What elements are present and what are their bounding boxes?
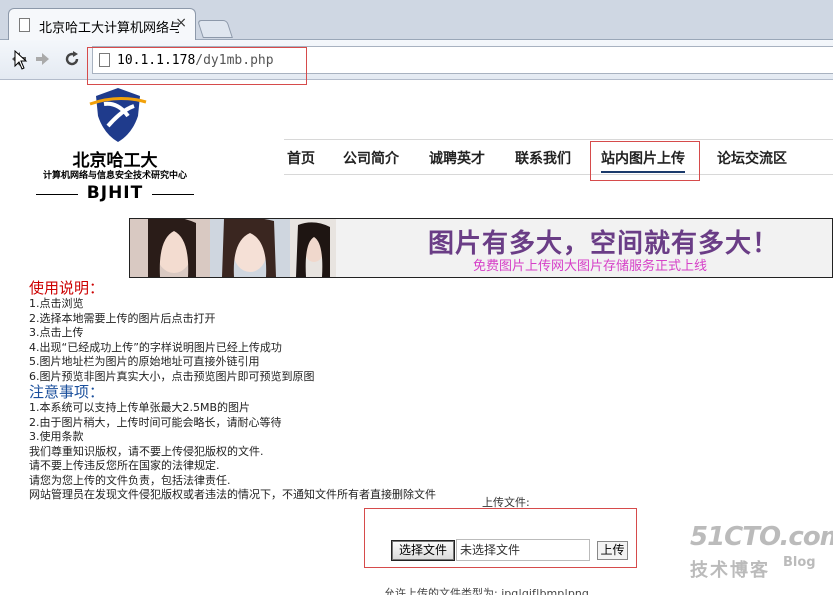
- shield-logo-icon: [89, 88, 147, 142]
- watermark-blog: Blog: [783, 555, 816, 570]
- page-icon: [19, 18, 30, 32]
- watermark-brand: 51CTO.com: [690, 522, 833, 552]
- instruction-line: 5.图片地址栏为图片的原始地址可直接外链引用: [29, 355, 260, 368]
- watermark-subtitle: 技术博客: [690, 560, 770, 581]
- note-line: 3.使用条款: [29, 430, 84, 443]
- note-line: 请不要上传违反您所在国家的法律规定.: [29, 459, 220, 472]
- nav-item-careers[interactable]: 诚聘英才: [429, 148, 485, 168]
- reload-icon[interactable]: [62, 49, 82, 72]
- forward-arrow-icon[interactable]: [34, 49, 54, 72]
- logo-subtitle: 计算机网络与信息安全技术研究中心: [42, 171, 187, 181]
- banner-tagline: 免费图片上传网大图片存储服务正式上线: [473, 259, 708, 274]
- instruction-line: 1.点击浏览: [29, 297, 84, 310]
- upload-submit-button[interactable]: 上传: [597, 541, 628, 560]
- close-tab-icon[interactable]: ×: [175, 15, 187, 31]
- allowed-file-types: 允许上传的文件类型为: jpg|gif|bmp|png: [384, 587, 589, 595]
- tab-title: 北京哈工大计算机网络与信: [39, 21, 179, 36]
- instruction-line: 2.选择本地需要上传的图片后点击打开: [29, 311, 216, 325]
- nav-item-contact[interactable]: 联系我们: [515, 148, 571, 168]
- promo-banner[interactable]: 图片有多大，空间就有多大！ 免费图片上传网大图片存储服务正式上线: [129, 218, 833, 278]
- banner-photo-2: [210, 219, 290, 277]
- logo-mark: BJHIT: [36, 183, 194, 203]
- banner-photo-1: [130, 219, 210, 277]
- notes-heading: 注意事项：: [29, 383, 105, 401]
- instruction-line: 6.图片预览非图片真实大小，点击预览图片即可预览到原图: [29, 369, 315, 383]
- browser-tab-strip: 北京哈工大计算机网络与信 ×: [0, 0, 833, 40]
- browser-tab[interactable]: 北京哈工大计算机网络与信 ×: [8, 8, 196, 40]
- instruction-line: 3.点击上传: [29, 326, 84, 339]
- note-line: 2.由于图片稍大，上传时间可能会略长，请耐心等待: [29, 415, 282, 429]
- mouse-cursor-icon: [14, 49, 28, 75]
- nav-item-about[interactable]: 公司简介: [343, 148, 399, 168]
- nav-item-home[interactable]: 首页: [287, 148, 315, 168]
- file-name-field[interactable]: 未选择文件: [456, 539, 590, 561]
- new-tab-button[interactable]: [197, 20, 233, 38]
- nav-item-forum[interactable]: 论坛交流区: [717, 148, 787, 168]
- note-line: 请您为您上传的文件负责，包括法律责任.: [29, 473, 231, 487]
- site-logo[interactable]: 北京哈工大 计算机网络与信息安全技术研究中心 BJHIT: [30, 86, 200, 206]
- instructions-section: 使用说明： 1.点击浏览 2.选择本地需要上传的图片后点击打开 3.点击上传 4…: [29, 280, 589, 503]
- banner-photo-3: [290, 219, 336, 277]
- url-highlight-box: [87, 47, 307, 85]
- choose-file-button[interactable]: 选择文件: [391, 540, 455, 561]
- main-nav: 首页 公司简介 诚聘英才 联系我们 站内图片上传 论坛交流区: [284, 139, 833, 175]
- nav-highlight-box: [590, 141, 700, 181]
- note-line: 我们尊重知识版权，请不要上传侵犯版权的文件.: [29, 444, 264, 458]
- instruction-line: 4.出现“已经成功上传”的字样说明图片已经上传成功: [29, 340, 282, 354]
- instructions-heading: 使用说明：: [29, 279, 105, 297]
- note-line: 1.本系统可以支持上传单张最大2.5MB的图片: [29, 401, 251, 414]
